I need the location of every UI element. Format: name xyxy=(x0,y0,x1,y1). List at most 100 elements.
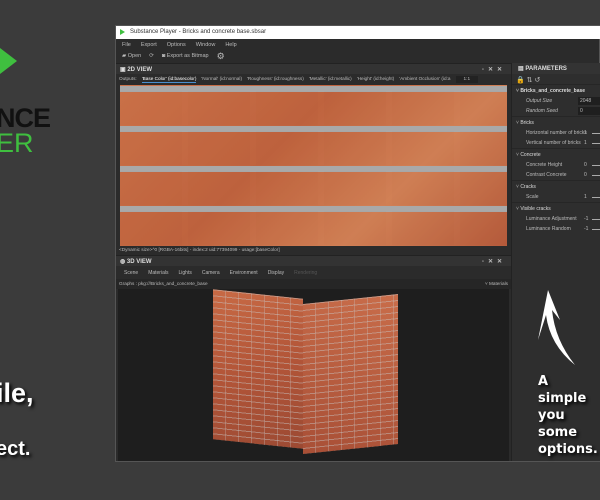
section-0[interactable]: Bricks xyxy=(512,116,600,128)
output-tab-metallic[interactable]: 'Metallic' (id:metallic) xyxy=(309,76,352,83)
reset-icon[interactable]: ↺ xyxy=(535,77,541,84)
texture-preview-2d[interactable] xyxy=(120,85,507,246)
param-random-seed: Random Seed 0 xyxy=(512,106,600,116)
output-size-field[interactable]: 2048 xyxy=(578,97,600,105)
open-label: Open xyxy=(127,53,142,59)
zoom-select[interactable]: 1:1 xyxy=(455,76,479,83)
graphs-select[interactable]: Graphs : pkg:///Bricks_and_concrete_base xyxy=(119,281,208,286)
param-label: Horizontal number of bricks xyxy=(526,130,587,136)
view2d-header: ▣ 2D VIEW ▫✕✕ xyxy=(116,63,511,74)
tab-materials[interactable]: Materials xyxy=(148,270,168,276)
view-controls[interactable]: ▫✕✕ xyxy=(482,258,506,265)
graphs-bar[interactable]: Graphs : pkg:///Bricks_and_concrete_base… xyxy=(116,279,511,289)
logo-text-green: ER xyxy=(0,128,34,158)
caption-line2: ect. xyxy=(0,438,31,460)
cube-left-face xyxy=(213,289,303,449)
view3d-title: 3D VIEW xyxy=(126,259,152,265)
cube-icon: ◍ xyxy=(120,259,127,265)
title-bar: Substance Player - Bricks and concrete b… xyxy=(116,26,600,39)
menu-export[interactable]: Export xyxy=(141,42,157,48)
menu-help[interactable]: Help xyxy=(225,42,236,48)
param-label: Concrete Height xyxy=(526,162,563,168)
outputs-label: Outputs: xyxy=(119,76,137,81)
param-output-size: Output Size 2048 xyxy=(512,96,600,106)
param-row: Luminance Random -1 xyxy=(512,224,600,234)
section-1[interactable]: Concrete xyxy=(512,148,600,160)
tab-rendering[interactable]: Rendering xyxy=(294,270,317,276)
view2d-title: 2D VIEW xyxy=(127,67,153,73)
param-label: Random Seed xyxy=(526,108,558,114)
refresh-icon[interactable]: ⟳ xyxy=(149,53,154,59)
tab-environment[interactable]: Environment xyxy=(230,270,258,276)
tab-lights[interactable]: Lights xyxy=(178,270,191,276)
brick-texture xyxy=(120,85,507,246)
substance-player-window: Substance Player - Bricks and concrete b… xyxy=(115,25,600,462)
param-value[interactable]: 0 xyxy=(584,162,587,168)
output-tab-ao[interactable]: 'Ambient Occlusion' (id:a xyxy=(399,76,450,83)
menu-window[interactable]: Window xyxy=(196,42,216,48)
param-value[interactable]: 1 xyxy=(584,130,587,136)
slider[interactable] xyxy=(592,165,600,166)
param-value[interactable]: 1 xyxy=(584,194,587,200)
output-tab-basecolor[interactable]: 'Base Color' (id:basecolor) xyxy=(141,76,197,83)
lock-icon[interactable]: 🔒 xyxy=(516,77,525,84)
note-text: A simple you some options. xyxy=(538,373,600,458)
slider[interactable] xyxy=(592,229,600,230)
view3d-tabs: Scene Materials Lights Camera Environmen… xyxy=(116,267,511,279)
random-seed-field[interactable]: 0 xyxy=(578,107,600,115)
slider[interactable] xyxy=(592,143,600,144)
open-button[interactable]: ▰ Open xyxy=(122,53,141,59)
section-3[interactable]: Visible cracks xyxy=(512,202,600,214)
view-controls[interactable]: ▫✕✕ xyxy=(482,66,506,73)
output-tab-roughness[interactable]: 'Roughness' (id:roughness) xyxy=(247,76,304,83)
caption-line1: ile, xyxy=(0,378,34,408)
tab-scene[interactable]: Scene xyxy=(124,270,138,276)
output-tab-height[interactable]: 'Height' (id:height) xyxy=(357,76,395,83)
param-label: Scale xyxy=(526,194,539,200)
param-row: Scale 1 xyxy=(512,192,600,202)
status-text: <Dynamic size>^0 [RGBA-16bits] - index:2… xyxy=(119,247,280,252)
param-row: Horizontal number of bricks 1 xyxy=(512,128,600,138)
param-label: Luminance Adjustment xyxy=(526,216,577,222)
param-value[interactable]: 1 xyxy=(584,140,587,146)
param-row: Concrete Height 0 xyxy=(512,160,600,170)
note-line: you some xyxy=(538,408,578,440)
slider[interactable] xyxy=(592,175,600,176)
viewport-3d[interactable] xyxy=(118,289,509,461)
window-title: Substance Player - Bricks and concrete b… xyxy=(130,29,267,35)
slider[interactable] xyxy=(592,219,600,220)
arrow-drawing xyxy=(538,290,575,365)
graph-section[interactable]: Bricks_and_concrete_base xyxy=(512,84,600,96)
param-value[interactable]: -1 xyxy=(584,226,588,232)
slider[interactable] xyxy=(592,133,600,134)
parameters-title: PARAMETERS xyxy=(525,66,567,72)
app-icon xyxy=(120,29,125,35)
cube-right-face xyxy=(303,294,398,454)
menu-file[interactable]: File xyxy=(122,42,131,48)
section-2[interactable]: Cracks xyxy=(512,180,600,192)
materials-select[interactable]: ˅ Materials xyxy=(485,281,508,286)
param-label: Luminance Random xyxy=(526,226,571,232)
note-line: A simple xyxy=(538,374,587,406)
outputs-bar: Outputs: 'Base Color' (id:basecolor) 'No… xyxy=(116,74,511,85)
settings-icon[interactable]: ⚙ xyxy=(217,51,225,62)
tab-display[interactable]: Display xyxy=(268,270,284,276)
note-line: options. xyxy=(538,442,598,457)
param-row: Luminance Adjustment -1 xyxy=(512,214,600,224)
param-value[interactable]: -1 xyxy=(584,216,588,222)
toolbar: ▰ Open ⟳ ◙ Export as Bitmap ⚙ xyxy=(116,49,511,63)
slider[interactable] xyxy=(592,197,600,198)
export-label: Export as Bitmap xyxy=(166,53,209,59)
output-tab-normal[interactable]: 'Normal' (id:normal) xyxy=(201,76,242,83)
param-label: Contrast Concrete xyxy=(526,172,567,178)
param-label: Output Size xyxy=(526,98,553,104)
export-bitmap-button[interactable]: ◙ Export as Bitmap xyxy=(162,53,209,59)
param-value[interactable]: 0 xyxy=(584,172,587,178)
menu-options[interactable]: Options xyxy=(167,42,186,48)
view3d-header: ◍ 3D VIEW ▫✕✕ xyxy=(116,255,511,266)
preset-icon[interactable]: ⇅ xyxy=(527,77,533,84)
tab-camera[interactable]: Camera xyxy=(202,270,220,276)
materials-label: Materials xyxy=(488,281,508,286)
parameters-header: ▤ PARAMETERS xyxy=(512,63,600,74)
param-row: Contrast Concrete 0 xyxy=(512,170,600,180)
